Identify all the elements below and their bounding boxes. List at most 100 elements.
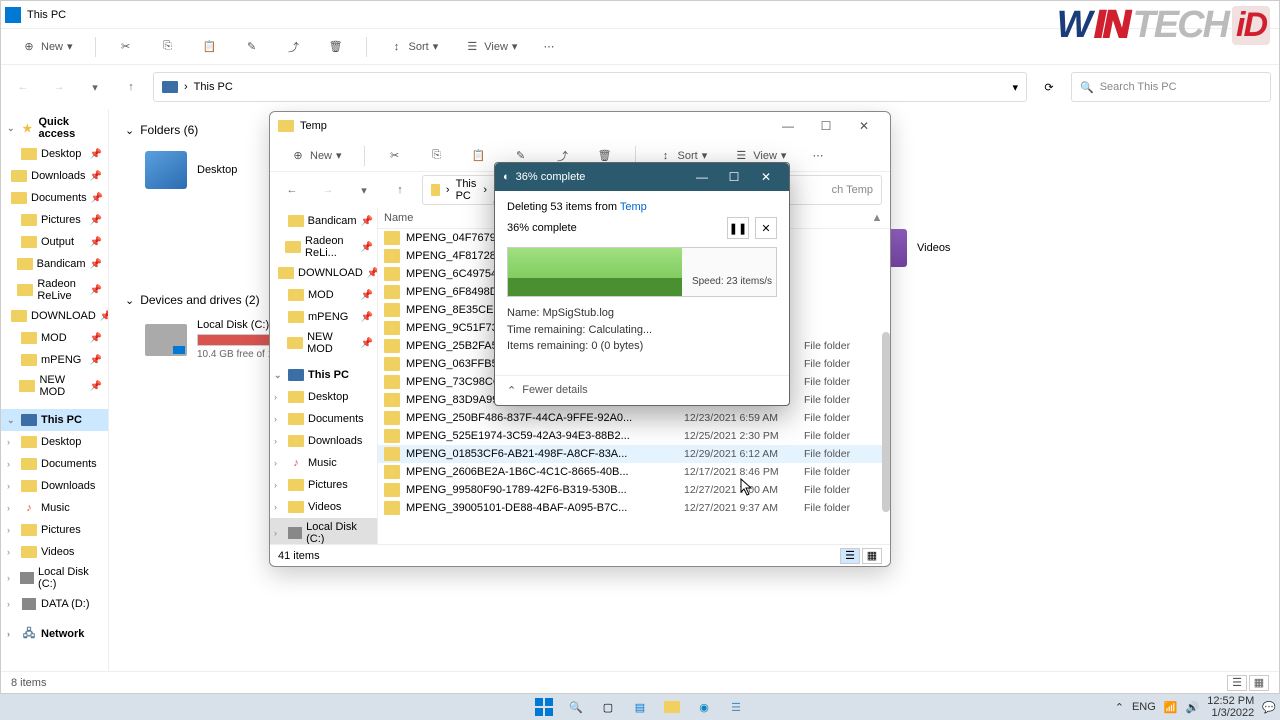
paste-button[interactable]: 📋 (463, 144, 495, 168)
sidebar-item-mpeng[interactable]: mPENG📌 (1, 349, 108, 371)
sidebar-item-documents[interactable]: ›Documents (270, 408, 377, 430)
close-button[interactable]: ✕ (751, 166, 781, 188)
recent-button[interactable]: ▾ (350, 176, 378, 204)
up-button[interactable]: ↑ (386, 176, 414, 204)
sidebar-item-bandicam[interactable]: Bandicam📌 (270, 210, 377, 232)
crumb-this-pc[interactable]: This PC (456, 178, 478, 202)
volume-icon[interactable]: 🔊 (1186, 701, 1200, 714)
minimize-button[interactable]: — (770, 114, 806, 138)
table-row[interactable]: MPENG_2606BE2A-1B6C-4C1C-8665-40B...12/1… (378, 463, 890, 481)
forward-button[interactable]: → (314, 176, 342, 204)
sidebar-item-data-d-[interactable]: ›DATA (D:) (1, 593, 108, 615)
language-indicator[interactable]: ENG (1132, 701, 1156, 713)
sidebar-item-this-pc[interactable]: ⌄This PC (270, 364, 377, 386)
delete-button[interactable]: 🗑 (320, 35, 352, 59)
maximize-button[interactable]: ☐ (808, 114, 844, 138)
taskbar-explorer[interactable] (660, 696, 684, 718)
details-view-button[interactable]: ☰ (1227, 675, 1247, 691)
copy-button[interactable]: ⎘ (152, 35, 184, 59)
sidebar-item-this-pc[interactable]: ⌄This PC (1, 409, 108, 431)
sidebar-item-local-disk-c-[interactable]: ›Local Disk (C:) (1, 563, 108, 593)
chevron-down-icon[interactable]: ▾ (1012, 81, 1018, 94)
back-button[interactable]: ← (9, 73, 37, 101)
address-bar[interactable]: › This PC ▾ (153, 72, 1027, 102)
icons-view-button[interactable]: ▦ (1249, 675, 1269, 691)
sidebar-item-pictures[interactable]: Pictures📌 (1, 209, 108, 231)
sidebar-item-videos[interactable]: ›Videos (1, 541, 108, 563)
sidebar-item-documents[interactable]: Documents📌 (1, 187, 108, 209)
paste-button[interactable]: 📋 (194, 35, 226, 59)
start-button[interactable] (532, 696, 556, 718)
sort-button[interactable]: ↕ Sort ▾ (381, 35, 447, 59)
tray-expand-icon[interactable]: ⌃ (1115, 701, 1124, 714)
folder-videos[interactable]: Videos (865, 229, 1045, 267)
cut-button[interactable]: ✂ (110, 35, 142, 59)
cancel-button[interactable]: ✕ (755, 217, 777, 239)
sidebar-item-download[interactable]: DOWNLOAD📌 (270, 262, 377, 284)
wifi-icon[interactable]: 📶 (1164, 701, 1178, 714)
fewer-details-toggle[interactable]: ⌃ Fewer details (495, 375, 789, 405)
sidebar-item-download[interactable]: DOWNLOAD📌 (1, 305, 108, 327)
sidebar-item-mod[interactable]: MOD📌 (1, 327, 108, 349)
table-row[interactable]: MPENG_99580F90-1789-42F6-B319-530B...12/… (378, 481, 890, 499)
sidebar-item-new-mod[interactable]: NEW MOD📌 (1, 371, 108, 401)
sidebar-item-output[interactable]: Output📌 (1, 231, 108, 253)
scroll-up-icon[interactable]: ▲ (870, 212, 884, 224)
icons-view-button[interactable]: ▦ (862, 548, 882, 564)
taskbar-edge[interactable]: ◉ (692, 696, 716, 718)
cut-button[interactable]: ✂ (379, 144, 411, 168)
search-button[interactable]: 🔍 (564, 696, 588, 718)
more-button[interactable]: ⋯ (535, 36, 562, 57)
sidebar-item-pictures[interactable]: ›Pictures (1, 519, 108, 541)
close-button[interactable]: ✕ (846, 114, 882, 138)
forward-button[interactable]: → (45, 73, 73, 101)
view-button[interactable]: ☰ View ▾ (456, 35, 525, 59)
details-view-button[interactable]: ☰ (840, 548, 860, 564)
sidebar-item-desktop[interactable]: ›Desktop (1, 431, 108, 453)
notifications-icon[interactable]: 💬 (1262, 701, 1276, 714)
table-row[interactable]: MPENG_250BF486-837F-44CA-9FFE-92A0...12/… (378, 409, 890, 427)
copy-button[interactable]: ⎘ (421, 144, 453, 168)
sidebar-item-radeon-relive[interactable]: Radeon ReLive📌 (1, 275, 108, 305)
sidebar-item-mpeng[interactable]: mPENG📌 (270, 306, 377, 328)
task-view-button[interactable]: ▢ (596, 696, 620, 718)
pause-button[interactable]: ❚❚ (727, 217, 749, 239)
scrollbar[interactable] (882, 332, 890, 512)
new-button[interactable]: ⊕ New ▾ (13, 35, 81, 59)
sidebar-item-network[interactable]: ›🖧Network (1, 623, 108, 645)
sidebar-item-bandicam[interactable]: Bandicam📌 (1, 253, 108, 275)
sidebar-item-new-mod[interactable]: NEW MOD📌 (270, 328, 377, 358)
recent-button[interactable]: ▾ (81, 73, 109, 101)
refresh-button[interactable]: ⟳ (1035, 73, 1063, 101)
sidebar-item-downloads[interactable]: ›Downloads (270, 430, 377, 452)
sidebar-item-mod[interactable]: MOD📌 (270, 284, 377, 306)
table-row[interactable]: MPENG_525E1974-3C59-42A3-94E3-88B2...12/… (378, 427, 890, 445)
sidebar-item-quick-access[interactable]: ⌄★Quick access (1, 113, 108, 143)
sidebar-item-videos[interactable]: ›Videos (270, 496, 377, 518)
sidebar-item-downloads[interactable]: Downloads📌 (1, 165, 108, 187)
clock[interactable]: 12:52 PM 1/3/2022 (1207, 695, 1254, 719)
maximize-button[interactable]: ☐ (719, 166, 749, 188)
sidebar-item-radeon-reli-[interactable]: Radeon ReLi...📌 (270, 232, 377, 262)
sidebar-item-pictures[interactable]: ›Pictures (270, 474, 377, 496)
more-button[interactable]: ⋯ (804, 145, 831, 166)
new-button[interactable]: ⊕ New ▾ (282, 144, 350, 168)
table-row[interactable]: MPENG_01853CF6-AB21-498F-A8CF-83A...12/2… (378, 445, 890, 463)
up-button[interactable]: ↑ (117, 73, 145, 101)
taskbar-app[interactable]: ☰ (724, 696, 748, 718)
sidebar-item-desktop[interactable]: ›Desktop (270, 386, 377, 408)
back-button[interactable]: ← (278, 176, 306, 204)
share-button[interactable]: ⤴ (278, 35, 310, 59)
sidebar-item-music[interactable]: ›♪Music (1, 497, 108, 519)
rename-button[interactable]: ✎ (236, 35, 268, 59)
sidebar-item-local-disk-c-[interactable]: ›Local Disk (C:) (270, 518, 377, 544)
sidebar-item-desktop[interactable]: Desktop📌 (1, 143, 108, 165)
widgets-button[interactable]: ▤ (628, 696, 652, 718)
sidebar-item-documents[interactable]: ›Documents (1, 453, 108, 475)
minimize-button[interactable]: — (687, 166, 717, 188)
source-link[interactable]: Temp (620, 201, 647, 213)
search-box[interactable]: 🔍 Search This PC (1071, 72, 1271, 102)
table-row[interactable]: MPENG_39005101-DE88-4BAF-A095-B7C...12/2… (378, 499, 890, 517)
sidebar-item-downloads[interactable]: ›Downloads (1, 475, 108, 497)
sidebar-item-music[interactable]: ›♪Music (270, 452, 377, 474)
